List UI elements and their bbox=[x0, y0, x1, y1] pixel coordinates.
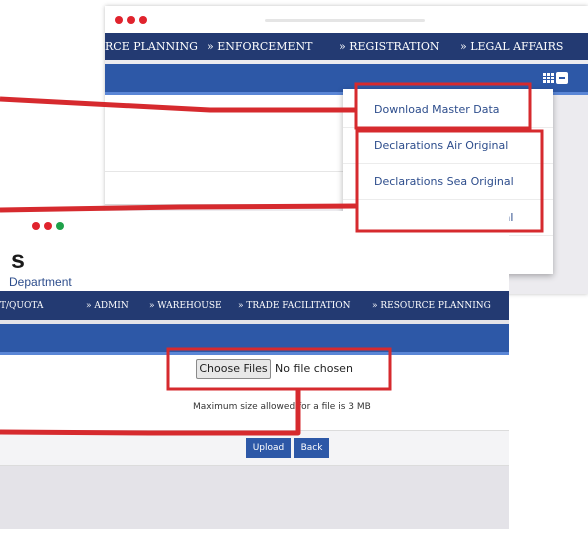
window-control-dot[interactable] bbox=[127, 16, 135, 24]
menu-item-download-master-data[interactable]: Download Master Data bbox=[343, 92, 553, 128]
collapse-icon[interactable] bbox=[556, 72, 568, 84]
nav-item-quota[interactable]: T/QUOTA bbox=[0, 301, 43, 311]
nav-item-enforcement[interactable]: » ENFORCEMENT bbox=[207, 40, 313, 53]
window-control-dot[interactable] bbox=[32, 222, 40, 230]
portal-window-bottom: s Department T/QUOTA » ADMIN » WAREHOUSE… bbox=[0, 211, 509, 543]
brand-letter: s bbox=[11, 246, 25, 274]
main-nav-bar: T/QUOTA » ADMIN » WAREHOUSE » TRADE FACI… bbox=[0, 291, 509, 320]
upload-button[interactable]: Upload bbox=[246, 438, 291, 458]
menu-item-declarations-air[interactable]: Declarations Air Original bbox=[343, 128, 553, 164]
file-status-text: No file chosen bbox=[275, 362, 353, 375]
window-control-dot[interactable] bbox=[44, 222, 52, 230]
menu-item-declarations-sea[interactable]: Declarations Sea Original bbox=[343, 164, 553, 200]
window-control-dot[interactable] bbox=[115, 16, 123, 24]
window-titlebar bbox=[0, 211, 509, 241]
nav-item-registration[interactable]: » REGISTRATION bbox=[339, 40, 440, 53]
window-control-dot[interactable] bbox=[139, 16, 147, 24]
brand-department: Department bbox=[9, 275, 72, 289]
page-header-band bbox=[0, 324, 509, 355]
nav-item-resource-planning[interactable]: RCE PLANNING bbox=[105, 40, 198, 53]
window-control-dot[interactable] bbox=[56, 222, 64, 230]
nav-item-admin[interactable]: » ADMIN bbox=[86, 301, 129, 311]
main-nav-bar: RCE PLANNING » ENFORCEMENT » REGISTRATIO… bbox=[105, 33, 588, 60]
screenshot-stage: RCE PLANNING » ENFORCEMENT » REGISTRATIO… bbox=[0, 0, 588, 543]
brand-header: s Department bbox=[0, 241, 509, 291]
content-divider bbox=[105, 171, 360, 172]
nav-item-warehouse[interactable]: » WAREHOUSE bbox=[149, 301, 222, 311]
grid-menu-icon[interactable] bbox=[543, 73, 554, 83]
address-bar[interactable] bbox=[265, 19, 425, 22]
nav-item-trade-facilitation[interactable]: » TRADE FACILITATION bbox=[238, 301, 351, 311]
nav-item-resource-planning[interactable]: » RESOURCE PLANNING bbox=[372, 301, 491, 311]
window-controls bbox=[32, 222, 64, 230]
choose-files-button[interactable]: Choose Files bbox=[196, 359, 271, 379]
window-controls bbox=[115, 16, 147, 24]
page-content-area bbox=[105, 95, 360, 205]
max-size-note: Maximum size allowed for a file is 3 MB bbox=[193, 402, 371, 412]
back-button[interactable]: Back bbox=[294, 438, 329, 458]
nav-item-legal-affairs[interactable]: » LEGAL AFFAIRS bbox=[460, 40, 563, 53]
window-titlebar bbox=[105, 6, 588, 33]
page-footer bbox=[0, 529, 509, 543]
page-header-band bbox=[105, 64, 588, 95]
